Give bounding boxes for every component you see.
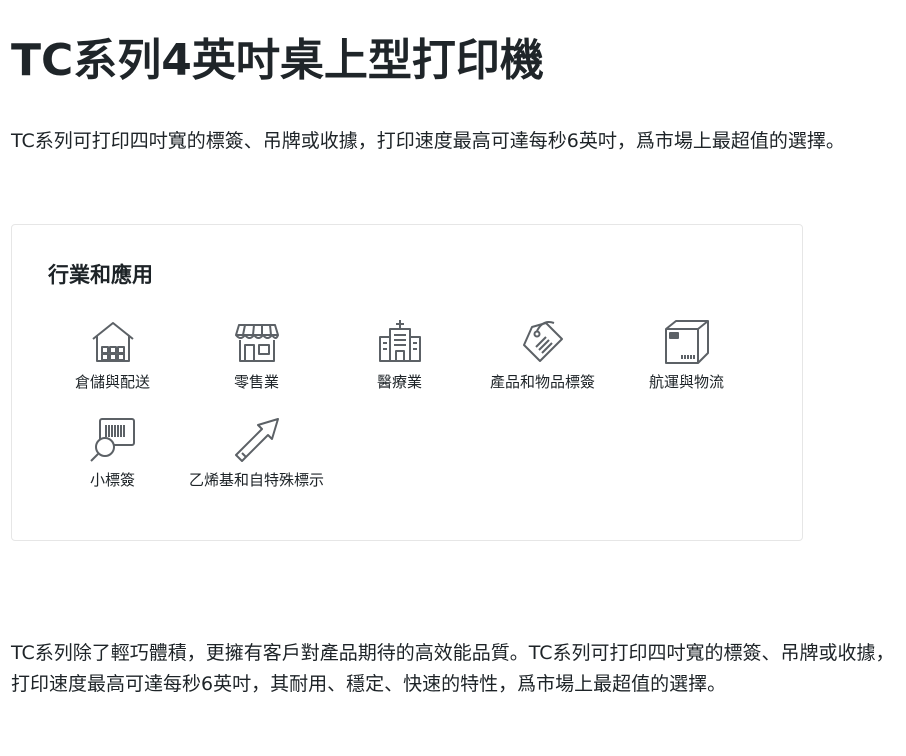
industry-label: 乙烯基和自特殊標示 — [188, 471, 324, 489]
industry-item-small-labels[interactable]: 小標簽 — [40, 415, 185, 490]
tag-icon — [518, 317, 568, 367]
hospital-icon — [375, 317, 425, 367]
vinyl-arrow-icon — [232, 415, 282, 465]
industry-label: 小標簽 — [89, 471, 135, 489]
industry-label: 航運與物流 — [648, 373, 724, 391]
outro-paragraph: TC系列除了輕巧體積，更擁有客戶對產品期待的高效能品質。TC系列可打印四吋寬的標… — [11, 642, 895, 695]
industries-heading: 行業和應用 — [48, 263, 153, 287]
industry-item-shipping[interactable]: 航運與物流 — [614, 317, 759, 392]
industry-item-product-labels[interactable]: 產品和物品標簽 — [470, 317, 615, 392]
shipping-box-icon — [662, 317, 712, 367]
industry-item-retail[interactable]: 零售業 — [184, 317, 329, 392]
small-label-icon — [88, 415, 138, 465]
storefront-icon — [232, 317, 282, 367]
industry-item-healthcare[interactable]: 醫療業 — [327, 317, 472, 392]
page-title: TC系列4英吋桌上型打印機 — [11, 35, 544, 86]
industry-item-vinyl-signage[interactable]: 乙烯基和自特殊標示 — [184, 415, 329, 490]
warehouse-icon — [88, 317, 138, 367]
industry-label: 零售業 — [233, 373, 279, 391]
intro-paragraph: TC系列可打印四吋寬的標簽、吊牌或收據，打印速度最高可達每秒6英吋，爲市場上最超… — [11, 130, 845, 152]
industries-card: 行業和應用 倉儲與配送 零售業 醫療業 產品和物品標簽 航運與物流 小標簽 乙烯… — [11, 224, 803, 541]
industry-label: 倉儲與配送 — [74, 373, 150, 391]
industry-label: 產品和物品標簽 — [489, 373, 595, 391]
industry-label: 醫療業 — [376, 373, 422, 391]
industry-item-warehouse[interactable]: 倉儲與配送 — [40, 317, 185, 392]
